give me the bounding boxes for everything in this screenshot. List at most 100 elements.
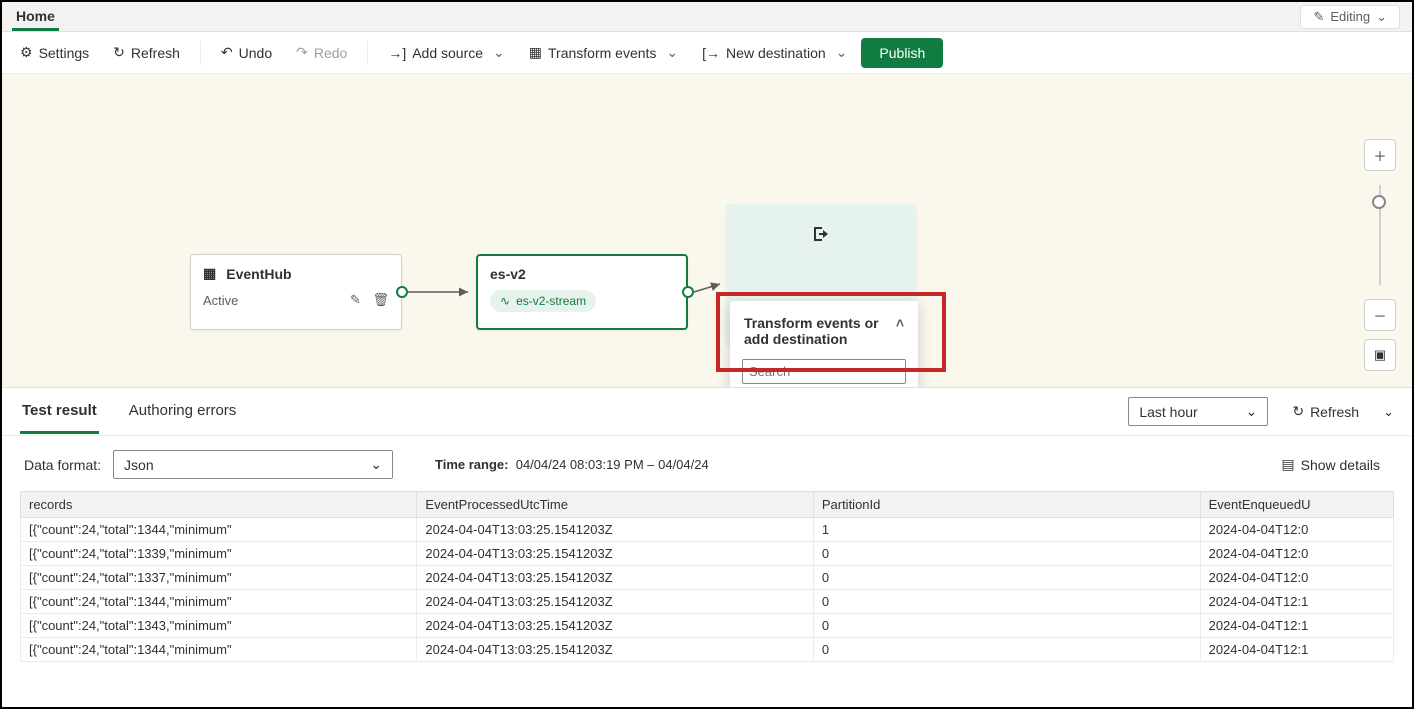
redo-button: ↷Redo bbox=[286, 38, 357, 67]
col-enqueued[interactable]: EventEnqueuedU bbox=[1200, 492, 1393, 518]
add-source-button[interactable]: →]Add source bbox=[378, 38, 514, 67]
chevron-down-icon: ⌄ bbox=[370, 456, 382, 473]
port-out-source[interactable] bbox=[396, 286, 408, 298]
gear-icon: ⚙ bbox=[20, 44, 33, 61]
canvas[interactable]: ▦ EventHub Active ✎ 🗑 es-v2 ∿ es-v2-stre… bbox=[2, 74, 1412, 388]
col-partition[interactable]: PartitionId bbox=[813, 492, 1200, 518]
chevron-down-icon: ⌄ bbox=[1376, 9, 1387, 25]
table-row[interactable]: [{"count":24,"total":1339,"minimum"2024-… bbox=[21, 542, 1394, 566]
time-window-select[interactable]: Last hour ⌄ bbox=[1128, 397, 1268, 426]
refresh-results-button[interactable]: ↻ Refresh bbox=[1282, 397, 1369, 426]
connector bbox=[408, 284, 476, 300]
search-input[interactable] bbox=[742, 359, 906, 384]
refresh-button[interactable]: ↻Refresh bbox=[103, 38, 190, 67]
publish-button[interactable]: Publish bbox=[861, 38, 943, 68]
transform-events-button[interactable]: ▦ Transform events bbox=[519, 38, 688, 67]
exit-icon bbox=[811, 224, 831, 247]
details-icon: ▤ bbox=[1281, 456, 1294, 473]
results-tabbar: Test result Authoring errors Last hour ⌄… bbox=[2, 388, 1412, 436]
add-source-label: Add source bbox=[412, 45, 483, 61]
zoom-in-button[interactable]: ＋ bbox=[1364, 139, 1396, 171]
tab-test-result[interactable]: Test result bbox=[20, 390, 99, 434]
cell-enqueued: 2024-04-04T12:0 bbox=[1200, 542, 1393, 566]
cell-partition: 0 bbox=[813, 542, 1200, 566]
chevron-down-icon[interactable]: ⌄ bbox=[1383, 404, 1394, 420]
zoom-out-button[interactable]: － bbox=[1364, 299, 1396, 331]
refresh-icon: ↻ bbox=[1292, 403, 1304, 420]
node-eventhub[interactable]: ▦ EventHub Active ✎ 🗑 bbox=[190, 254, 402, 330]
show-details-button[interactable]: ▤Show details bbox=[1271, 450, 1390, 479]
node-stream[interactable]: es-v2 ∿ es-v2-stream bbox=[476, 254, 688, 330]
port-out-stream[interactable] bbox=[682, 286, 694, 298]
redo-icon: ↷ bbox=[296, 44, 308, 61]
cell-enqueued: 2024-04-04T12:1 bbox=[1200, 638, 1393, 662]
fit-screen-button[interactable]: ▣ bbox=[1364, 339, 1396, 371]
divider bbox=[200, 41, 201, 65]
col-records[interactable]: records bbox=[21, 492, 417, 518]
chevron-down-icon bbox=[662, 44, 678, 61]
undo-icon: ↶ bbox=[221, 44, 233, 61]
delete-icon[interactable]: 🗑 bbox=[372, 292, 389, 307]
transform-events-label: Transform events bbox=[548, 45, 656, 61]
cell-partition: 0 bbox=[813, 614, 1200, 638]
settings-label: Settings bbox=[39, 45, 90, 61]
tab-strip: Home bbox=[12, 2, 59, 31]
cell-partition: 0 bbox=[813, 590, 1200, 614]
table-header-row: records EventProcessedUtcTime PartitionI… bbox=[21, 492, 1394, 518]
zoom-controls: ＋ － ▣ bbox=[1364, 139, 1396, 371]
cell-enqueued: 2024-04-04T12:0 bbox=[1200, 566, 1393, 590]
node-title: EventHub bbox=[226, 266, 291, 282]
undo-button[interactable]: ↶ Undo bbox=[211, 38, 282, 67]
cell-processed: 2024-04-04T13:03:25.1541203Z bbox=[417, 590, 813, 614]
pencil-icon: ✎ bbox=[1313, 9, 1324, 25]
cell-enqueued: 2024-04-04T12:1 bbox=[1200, 614, 1393, 638]
table-row[interactable]: [{"count":24,"total":1344,"minimum"2024-… bbox=[21, 518, 1394, 542]
cell-processed: 2024-04-04T13:03:25.1541203Z bbox=[417, 638, 813, 662]
connector bbox=[694, 274, 730, 298]
cell-processed: 2024-04-04T13:03:25.1541203Z bbox=[417, 518, 813, 542]
table-row[interactable]: [{"count":24,"total":1343,"minimum"2024-… bbox=[21, 614, 1394, 638]
chevron-down-icon: ⌄ bbox=[1246, 403, 1258, 420]
refresh-label: Refresh bbox=[1310, 404, 1359, 420]
transform-icon: ▦ bbox=[529, 44, 542, 61]
cell-records: [{"count":24,"total":1344,"minimum" bbox=[21, 638, 417, 662]
popover-heading: Transform events or add destination bbox=[744, 315, 896, 347]
settings-button[interactable]: ⚙ Settings bbox=[10, 38, 99, 67]
col-processed[interactable]: EventProcessedUtcTime bbox=[417, 492, 813, 518]
editing-toggle[interactable]: ✎ Editing ⌄ bbox=[1300, 5, 1400, 29]
edit-icon[interactable]: ✎ bbox=[350, 292, 361, 307]
cell-records: [{"count":24,"total":1343,"minimum" bbox=[21, 614, 417, 638]
top-bar: Home ✎ Editing ⌄ bbox=[2, 2, 1412, 32]
chevron-down-icon bbox=[489, 44, 505, 61]
data-format-value: Json bbox=[124, 457, 154, 473]
tab-home[interactable]: Home bbox=[12, 2, 59, 31]
stream-name: es-v2-stream bbox=[516, 294, 586, 308]
zoom-thumb[interactable] bbox=[1372, 195, 1386, 209]
cell-processed: 2024-04-04T13:03:25.1541203Z bbox=[417, 614, 813, 638]
zoom-slider[interactable] bbox=[1379, 185, 1381, 285]
data-format-select[interactable]: Json ⌄ bbox=[113, 450, 393, 479]
cell-processed: 2024-04-04T13:03:25.1541203Z bbox=[417, 542, 813, 566]
ribbon: ⚙ Settings ↻Refresh ↶ Undo ↷Redo →]Add sou… bbox=[2, 32, 1412, 74]
cell-partition: 0 bbox=[813, 566, 1200, 590]
destination-icon: [→ bbox=[702, 45, 720, 61]
cell-enqueued: 2024-04-04T12:0 bbox=[1200, 518, 1393, 542]
table-row[interactable]: [{"count":24,"total":1344,"minimum"2024-… bbox=[21, 638, 1394, 662]
eventhub-icon: ▦ bbox=[203, 265, 216, 282]
cell-records: [{"count":24,"total":1339,"minimum" bbox=[21, 542, 417, 566]
undo-label: Undo bbox=[239, 45, 272, 61]
cell-records: [{"count":24,"total":1344,"minimum" bbox=[21, 518, 417, 542]
divider bbox=[367, 41, 368, 65]
new-destination-button[interactable]: [→New destination bbox=[692, 38, 857, 67]
tab-authoring-errors[interactable]: Authoring errors bbox=[127, 390, 239, 434]
chevron-up-icon[interactable]: ˄ bbox=[896, 315, 904, 347]
cell-records: [{"count":24,"total":1337,"minimum" bbox=[21, 566, 417, 590]
table-row[interactable]: [{"count":24,"total":1337,"minimum" 2024-… bbox=[21, 566, 1394, 590]
editing-label: Editing bbox=[1330, 9, 1370, 24]
node-status: Active bbox=[203, 293, 238, 308]
time-window-value: Last hour bbox=[1139, 404, 1197, 420]
time-range-label: Time range: bbox=[435, 457, 508, 472]
stream-pill[interactable]: ∿ es-v2-stream bbox=[490, 290, 596, 312]
table-row[interactable]: [{"count":24,"total":1344,"minimum"2024-… bbox=[21, 590, 1394, 614]
stream-icon: ∿ bbox=[500, 294, 510, 308]
